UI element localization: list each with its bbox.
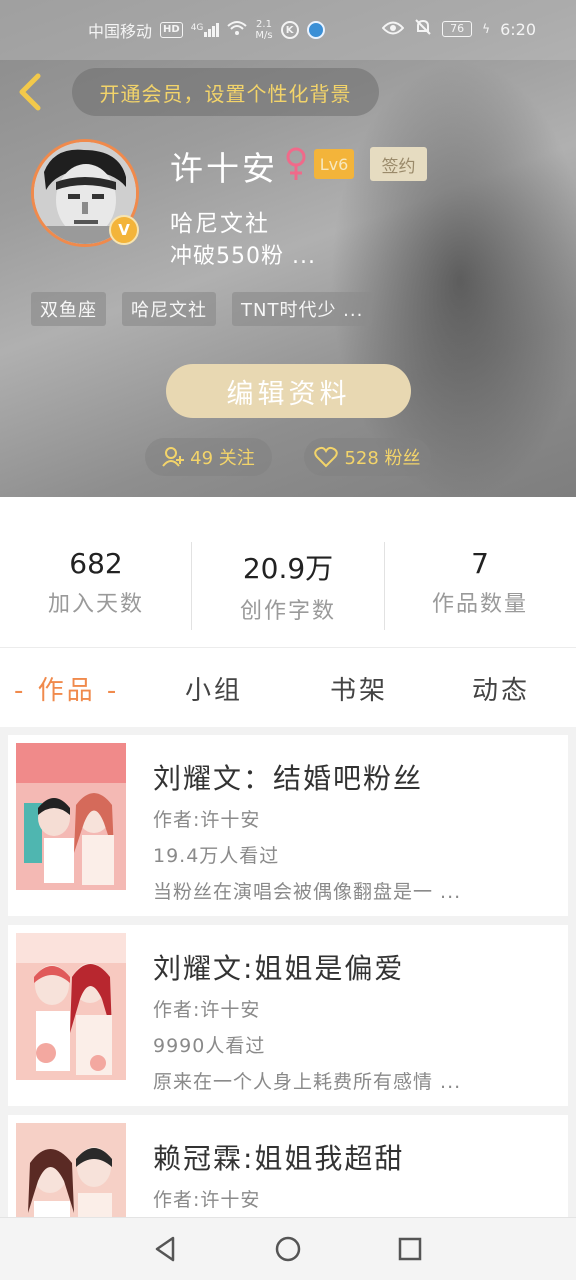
tag-list: 双鱼座 哈尼文社 TNT时代少 ... [31,292,373,326]
signal-icon: 4G [191,23,220,37]
carrier-label: 中国移动 [88,22,153,41]
mute-bell-icon [414,18,432,40]
list-item[interactable]: 刘耀文：结婚吧粉丝 作者:许十安 19.4万人看过 当粉丝在演唱会被偶像翻盘是一… [8,735,568,916]
work-author: 作者:许十安 [153,999,261,1021]
verified-badge-icon: V [109,215,139,245]
work-author: 作者:许十安 [153,809,261,831]
circle-home-icon [275,1236,301,1262]
network-type-label: 4G [190,23,204,33]
tab-activity[interactable]: 动态 [472,670,530,707]
signed-author-badge: 签约 [370,147,427,181]
work-author: 作者:许十安 [153,1189,261,1211]
stat-join-days: 682 加入天数 [0,547,192,618]
stat-value: 7 [471,547,489,580]
tag-item[interactable]: 哈尼文社 [122,292,216,326]
level-badge: Lv6 [314,149,354,179]
nav-back-button[interactable] [151,1234,181,1264]
female-gender-icon [284,146,308,182]
charging-icon: ϟ [482,22,491,36]
square-recents-icon [398,1237,422,1261]
work-views: 19.4万人看过 [153,845,280,867]
heart-icon [314,446,339,468]
back-arrow-icon [19,73,41,111]
add-user-icon [162,447,185,467]
stats-panel: 682 加入天数 20.9万 创作字数 7 作品数量 [0,497,576,647]
nav-home-button[interactable] [273,1234,303,1264]
fans-button[interactable]: 528 粉丝 [304,438,431,476]
fans-count: 528 粉丝 [344,448,421,469]
list-item[interactable]: 刘耀文:姐姐是偏爱 作者:许十安 9990人看过 原来在一个人身上耗费所有感情 … [8,925,568,1106]
work-title: 赖冠霖:姐姐我超甜 [153,1142,405,1175]
vip-background-prompt[interactable]: 开通会员，设置个性化背景 [72,68,379,116]
stat-value: 20.9万 [242,552,334,585]
book-cover-image [16,1123,126,1217]
stat-label: 作品数量 [431,592,528,617]
triangle-back-icon [155,1236,175,1262]
clock: 6:20 [500,19,536,39]
bio: 冲破550粉 ... [170,244,316,269]
eye-icon [381,20,405,39]
wifi-icon [227,20,248,40]
tab-groups[interactable]: 小组 [185,670,243,707]
hd-badge: HD [160,22,183,38]
battery-indicator: 76 [442,21,473,37]
edit-profile-button[interactable]: 编辑资料 [166,364,411,418]
stat-label: 加入天数 [47,592,144,617]
nav-recents-button[interactable] [395,1234,425,1264]
tag-item[interactable]: 双鱼座 [31,292,106,326]
k-app-icon: K [280,21,299,39]
list-item[interactable]: 赖冠霖:姐姐我超甜 作者:许十安 [8,1115,568,1217]
tab-bar: - 作品 - 小组 书架 动态 [0,647,576,727]
stat-word-count: 20.9万 创作字数 [192,547,384,625]
tab-bookshelf[interactable]: 书架 [330,670,388,707]
work-views: 9990人看过 [153,1035,266,1057]
work-title: 刘耀文:姐姐是偏爱 [153,952,405,985]
speed-value: 2.1 [256,19,272,30]
back-button[interactable] [14,72,48,112]
book-cover-image [16,743,126,890]
work-title: 刘耀文：结婚吧粉丝 [153,762,424,795]
system-nav-bar [0,1217,576,1280]
stat-value: 682 [69,547,123,580]
work-description: 原来在一个人身上耗费所有感情 ... [153,1071,462,1093]
speed-unit: M/s [255,30,273,41]
status-bar: 中国移动 HD 4G 2.1 M/s K 76 ϟ 6:20 [0,0,576,60]
tag-item[interactable]: TNT时代少 ... [232,292,373,326]
network-speed: 2.1 M/s [255,19,272,41]
book-cover-image [16,933,126,1080]
work-description: 当粉丝在演唱会被偶像翻盘是一 ... [153,881,462,903]
stat-works-count: 7 作品数量 [384,547,576,618]
app-notification-icon [306,21,325,39]
username: 许十安 [170,149,278,188]
works-list: 刘耀文：结婚吧粉丝 作者:许十安 19.4万人看过 当粉丝在演唱会被偶像翻盘是一… [0,727,576,1217]
stat-label: 创作字数 [239,599,336,624]
organization: 哈尼文社 [170,211,270,237]
following-count: 49 关注 [190,448,255,469]
following-button[interactable]: 49 关注 [145,438,272,476]
tab-works[interactable]: - 作品 - [14,670,119,707]
